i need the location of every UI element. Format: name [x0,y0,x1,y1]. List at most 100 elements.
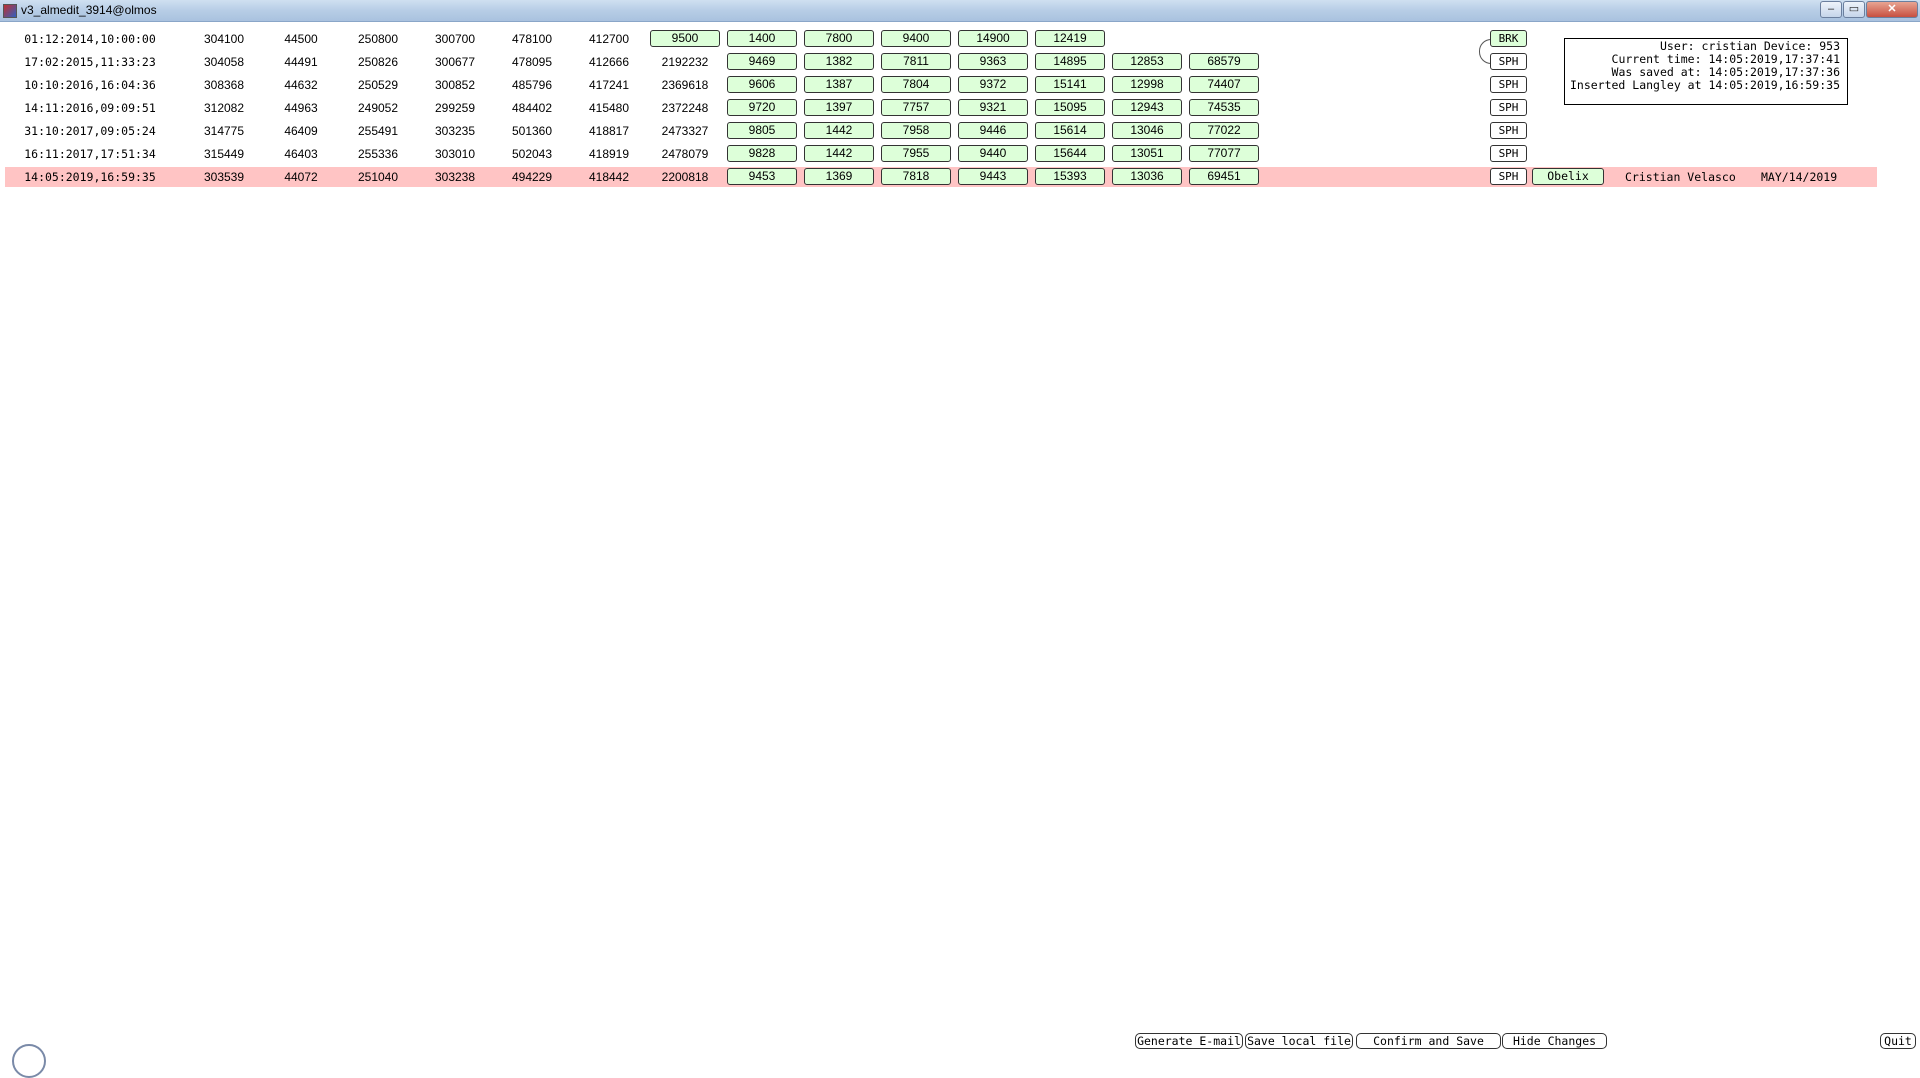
value-box[interactable]: 77022 [1189,122,1259,139]
value-box[interactable]: 12853 [1112,53,1182,70]
value-box[interactable]: 77077 [1189,145,1259,162]
value-box[interactable]: 7800 [804,30,874,47]
table-row: 16:11:2017,17:51:34 315449 46403 255336 … [5,144,1877,164]
window-title: v3_almedit_3914@olmos [21,3,157,17]
row-tag[interactable]: SPH [1490,53,1527,70]
value-box[interactable]: 9446 [958,122,1028,139]
row-value: 484402 [511,101,553,115]
value-box[interactable]: 12943 [1112,99,1182,116]
value-box[interactable]: 1382 [804,53,874,70]
value-box[interactable]: 15141 [1035,76,1105,93]
value-box[interactable]: 13046 [1112,122,1182,139]
row-date: 31:10:2017,09:05:24 [24,124,156,138]
value-box[interactable]: 7958 [881,122,951,139]
value-box[interactable]: 12998 [1112,76,1182,93]
value-box[interactable]: 9321 [958,99,1028,116]
row-value: 304058 [203,55,245,69]
minimize-button[interactable]: ‒ [1820,1,1842,18]
row-total: 2192232 [661,55,709,69]
value-box[interactable]: 9453 [727,168,797,185]
row-value: 478100 [511,32,553,46]
row-total: 2369618 [661,78,709,92]
obelix-button[interactable]: Obelix [1532,168,1604,185]
row-value: 308368 [203,78,245,92]
row-tag[interactable]: SPH [1490,122,1527,139]
value-box[interactable]: 9720 [727,99,797,116]
value-box[interactable]: 9400 [881,30,951,47]
quit-button[interactable]: Quit [1880,1033,1916,1049]
row-value: 44963 [284,101,318,115]
row-tag[interactable]: SPH [1490,76,1527,93]
value-box[interactable]: 7804 [881,76,951,93]
value-box[interactable]: 9828 [727,145,797,162]
value-box[interactable]: 7955 [881,145,951,162]
row-value: 312082 [203,101,245,115]
value-box[interactable]: 74407 [1189,76,1259,93]
value-box[interactable]: 9805 [727,122,797,139]
row-value: 299259 [434,101,476,115]
value-box[interactable]: 1369 [804,168,874,185]
row-value: 485796 [511,78,553,92]
value-box[interactable]: 1442 [804,122,874,139]
value-box[interactable]: 15393 [1035,168,1105,185]
value-box[interactable]: 9606 [727,76,797,93]
hide-changes-button[interactable]: Hide Changes [1502,1033,1607,1049]
row-value: 44632 [284,78,318,92]
row-value: 417241 [588,78,630,92]
save-local-file-button[interactable]: Save local file [1245,1033,1353,1049]
value-box[interactable]: 9469 [727,53,797,70]
value-box[interactable]: 13051 [1112,145,1182,162]
value-box[interactable]: 15644 [1035,145,1105,162]
value-box[interactable]: 7757 [881,99,951,116]
row-value: 303010 [434,147,476,161]
value-box[interactable]: 14895 [1035,53,1105,70]
row-when: MAY/14/2019 [1761,170,1838,184]
maximize-button[interactable]: ▭ [1843,1,1865,18]
value-box[interactable]: 74535 [1189,99,1259,116]
row-value: 412700 [588,32,630,46]
value-box[interactable]: 7811 [881,53,951,70]
row-date: 14:11:2016,09:09:51 [24,101,156,115]
value-box[interactable]: 15095 [1035,99,1105,116]
value-box[interactable]: 9500 [650,30,720,47]
value-box[interactable]: 12419 [1035,30,1105,47]
row-value: 44491 [284,55,318,69]
table-row-selected[interactable]: 14:05:2019,16:59:35 303539 44072 251040 … [5,167,1877,187]
row-value: 255491 [357,124,399,138]
value-box[interactable]: 1442 [804,145,874,162]
row-value: 418442 [588,170,630,184]
row-total: 2478079 [661,147,709,161]
row-tag[interactable]: SPH [1490,99,1527,116]
row-value: 255336 [357,147,399,161]
user-device-info: User: cristian Device: 953 [1659,39,1840,53]
value-box[interactable]: 68579 [1189,53,1259,70]
row-tag[interactable]: SPH [1490,145,1527,162]
row-tag[interactable]: BRK [1490,30,1527,47]
value-box[interactable]: 7818 [881,168,951,185]
value-box[interactable]: 9440 [958,145,1028,162]
row-date: 17:02:2015,11:33:23 [24,55,156,69]
row-value: 303238 [434,170,476,184]
row-value: 303235 [434,124,476,138]
value-box[interactable]: 1400 [727,30,797,47]
row-value: 300677 [434,55,476,69]
value-box[interactable]: 9372 [958,76,1028,93]
confirm-and-save-button[interactable]: Confirm and Save [1356,1033,1501,1049]
close-button[interactable]: ✕ [1866,1,1918,18]
row-value: 250800 [357,32,399,46]
generate-email-button[interactable]: Generate E-mail [1135,1033,1243,1049]
row-value: 44072 [284,170,318,184]
row-tag[interactable]: SPH [1490,168,1527,185]
value-box[interactable]: 14900 [958,30,1028,47]
value-box[interactable]: 9363 [958,53,1028,70]
row-value: 250529 [357,78,399,92]
value-box[interactable]: 1387 [804,76,874,93]
row-value: 315449 [203,147,245,161]
row-user: Cristian Velasco [1625,170,1736,184]
row-value: 314775 [203,124,245,138]
value-box[interactable]: 13036 [1112,168,1182,185]
value-box[interactable]: 1397 [804,99,874,116]
value-box[interactable]: 9443 [958,168,1028,185]
value-box[interactable]: 15614 [1035,122,1105,139]
value-box[interactable]: 69451 [1189,168,1259,185]
